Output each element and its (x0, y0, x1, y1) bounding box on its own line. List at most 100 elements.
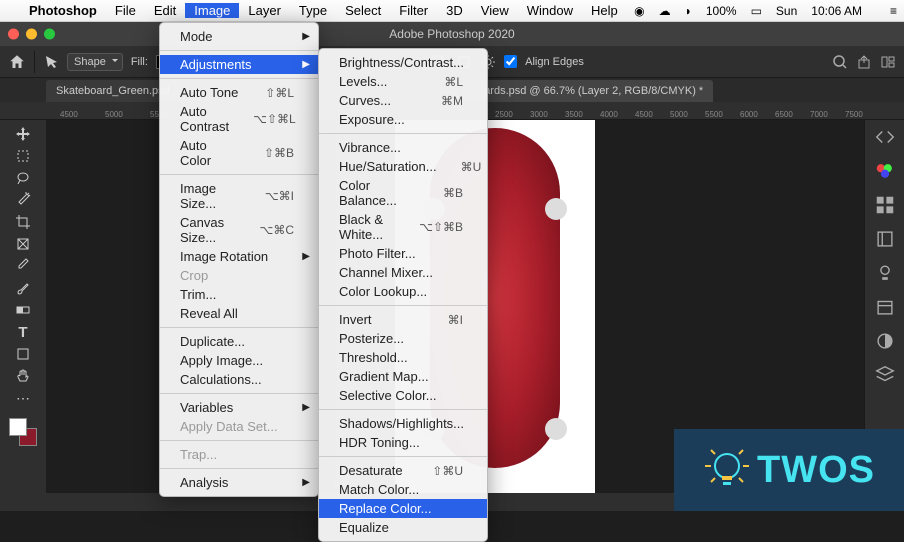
menu-item-channel-mixer[interactable]: Channel Mixer... (319, 263, 487, 282)
menu-item-desaturate[interactable]: Desaturate⇧⌘U (319, 461, 487, 480)
menu-item-variables[interactable]: Variables▶ (160, 398, 318, 417)
move-tool[interactable] (13, 124, 33, 144)
menu-file[interactable]: File (106, 3, 145, 18)
clock-time[interactable]: 10:06 AM (804, 4, 869, 18)
clock-day[interactable]: Sun (769, 4, 804, 18)
menu-item-shadows-highlights[interactable]: Shadows/Highlights... (319, 414, 487, 433)
menu-item-auto-color[interactable]: Auto Color⇧⌘B (160, 136, 318, 170)
shape-tool[interactable] (13, 344, 33, 364)
menu-item-selective-color[interactable]: Selective Color... (319, 386, 487, 405)
gradient-tool[interactable] (13, 300, 33, 320)
menu-item-auto-contrast[interactable]: Auto Contrast⌥⇧⌘L (160, 102, 318, 136)
menu-select[interactable]: Select (336, 3, 390, 18)
close-window-button[interactable] (8, 29, 19, 40)
crop-tool[interactable] (13, 212, 33, 232)
menu-item-vibrance[interactable]: Vibrance... (319, 138, 487, 157)
lasso-tool[interactable] (13, 168, 33, 188)
menu-item-label: Duplicate... (180, 334, 245, 349)
foreground-color[interactable] (9, 418, 27, 436)
menu-item-image-size[interactable]: Image Size...⌥⌘I (160, 179, 318, 213)
menu-item-trim[interactable]: Trim... (160, 285, 318, 304)
menu-item-posterize[interactable]: Posterize... (319, 329, 487, 348)
menu-item-auto-tone[interactable]: Auto Tone⇧⌘L (160, 83, 318, 102)
layers-panel-icon[interactable] (874, 364, 896, 386)
menu-item-crop: Crop (160, 266, 318, 285)
wand-tool[interactable] (13, 190, 33, 210)
zoom-window-button[interactable] (44, 29, 55, 40)
menu-item-analysis[interactable]: Analysis▶ (160, 473, 318, 492)
battery-icon[interactable]: ▭ (744, 4, 769, 18)
app-titlebar: Adobe Photoshop 2020 (0, 22, 904, 46)
shape-mode-dropdown[interactable]: Shape (67, 53, 123, 71)
eyedropper-tool[interactable] (13, 256, 33, 276)
menu-shortcut: ⌥⇧⌘B (395, 220, 463, 234)
menu-item-calculations[interactable]: Calculations... (160, 370, 318, 389)
home-icon[interactable] (8, 53, 26, 71)
menu-item-threshold[interactable]: Threshold... (319, 348, 487, 367)
active-tool-icon[interactable] (43, 54, 59, 70)
color-swatches[interactable] (9, 418, 37, 446)
menu-item-color-balance[interactable]: Color Balance...⌘B (319, 176, 487, 210)
wifi-icon[interactable]: ◗ (678, 4, 699, 18)
type-tool[interactable]: T (13, 322, 33, 342)
app-title: Adobe Photoshop 2020 (389, 27, 514, 41)
menu-item-invert[interactable]: Invert⌘I (319, 310, 487, 329)
align-edges-checkbox[interactable] (504, 55, 517, 68)
menu-item-canvas-size[interactable]: Canvas Size...⌥⌘C (160, 213, 318, 247)
menu-item-brightness-contrast[interactable]: Brightness/Contrast... (319, 53, 487, 72)
libraries-panel-icon[interactable] (874, 296, 896, 318)
color-panel-icon[interactable] (874, 160, 896, 182)
menu-item-label: Apply Image... (180, 353, 263, 368)
menu-item-apply-image[interactable]: Apply Image... (160, 351, 318, 370)
frame-tool[interactable] (13, 234, 33, 254)
tools-panel: T ⋯ (0, 120, 46, 493)
menu-item-match-color[interactable]: Match Color... (319, 480, 487, 499)
adjustments-panel-icon[interactable] (874, 330, 896, 352)
mac-menubar: Photoshop File Edit Image Layer Type Sel… (0, 0, 904, 22)
menu-item-photo-filter[interactable]: Photo Filter... (319, 244, 487, 263)
menu-item-duplicate[interactable]: Duplicate... (160, 332, 318, 351)
menu-item-adjustments[interactable]: Adjustments▶ (160, 55, 318, 74)
menu-item-color-lookup[interactable]: Color Lookup... (319, 282, 487, 301)
menu-item-hdr-toning[interactable]: HDR Toning... (319, 433, 487, 452)
notification-center-icon[interactable]: ≡ (883, 4, 904, 18)
share-icon[interactable] (856, 54, 872, 70)
panel-expand-icon[interactable] (874, 126, 896, 148)
menu-3d[interactable]: 3D (437, 3, 472, 18)
menu-item-gradient-map[interactable]: Gradient Map... (319, 367, 487, 386)
menu-item-replace-color[interactable]: Replace Color... (319, 499, 487, 518)
menu-item-label: Shadows/Highlights... (339, 416, 464, 431)
menu-item-hue-saturation[interactable]: Hue/Saturation...⌘U (319, 157, 487, 176)
hand-tool[interactable] (13, 366, 33, 386)
menu-item-black-white[interactable]: Black & White...⌥⇧⌘B (319, 210, 487, 244)
menu-shortcut: ⌥⌘C (236, 223, 295, 237)
brush-tool[interactable] (13, 278, 33, 298)
menu-help[interactable]: Help (582, 3, 627, 18)
properties-panel-icon[interactable] (874, 228, 896, 250)
menu-filter[interactable]: Filter (390, 3, 437, 18)
minimize-window-button[interactable] (26, 29, 37, 40)
more-tools[interactable]: ⋯ (13, 388, 33, 408)
search-icon[interactable] (832, 54, 848, 70)
menu-view[interactable]: View (472, 3, 518, 18)
menu-item-equalize[interactable]: Equalize (319, 518, 487, 537)
menu-type[interactable]: Type (290, 3, 336, 18)
artboard-tool[interactable] (13, 146, 33, 166)
menu-image[interactable]: Image (185, 3, 239, 18)
menu-item-reveal-all[interactable]: Reveal All (160, 304, 318, 323)
menu-item-levels[interactable]: Levels...⌘L (319, 72, 487, 91)
doc-tab-ards[interactable]: × ards.psd @ 66.7% (Layer 2, RGB/8/CMYK)… (462, 80, 713, 102)
app-menu[interactable]: Photoshop (20, 3, 106, 18)
menu-window[interactable]: Window (518, 3, 582, 18)
menu-item-curves[interactable]: Curves...⌘M (319, 91, 487, 110)
menu-edit[interactable]: Edit (145, 3, 185, 18)
workspace-icon[interactable] (880, 54, 896, 70)
swatches-panel-icon[interactable] (874, 194, 896, 216)
cloud-icon[interactable]: ☁ (652, 4, 678, 18)
menu-layer[interactable]: Layer (239, 3, 290, 18)
menu-item-image-rotation[interactable]: Image Rotation▶ (160, 247, 318, 266)
menu-item-mode[interactable]: Mode▶ (160, 27, 318, 46)
menu-item-exposure[interactable]: Exposure... (319, 110, 487, 129)
cc-status-icon[interactable]: ◉ (627, 4, 651, 18)
learn-panel-icon[interactable] (874, 262, 896, 284)
